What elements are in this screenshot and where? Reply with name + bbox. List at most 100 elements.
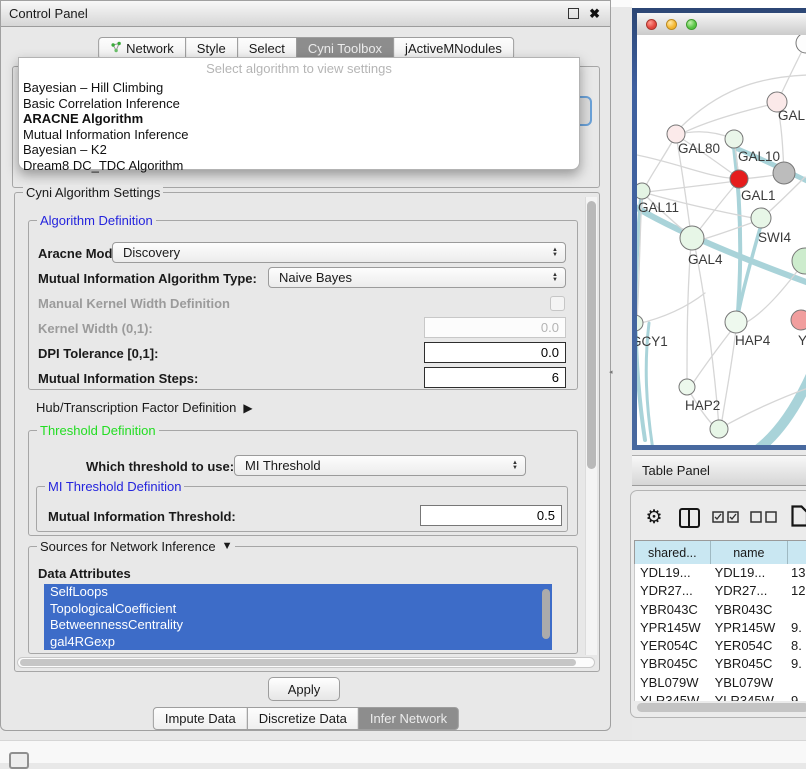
network-node-hap2[interactable] [679,379,695,395]
table-cell: YLR345W [710,692,786,701]
collapse-down-icon[interactable]: ▼ [222,539,233,554]
panel-title: Control Panel [1,6,88,21]
close-icon[interactable]: ✖ [589,9,600,18]
column-header-shared-[interactable]: shared... [635,541,711,565]
network-node[interactable] [773,162,795,184]
mi-threshold-input[interactable] [420,505,562,526]
dpi-tolerance-input[interactable] [424,342,566,363]
data-attributes-list[interactable]: SelfLoopsTopologicalCoefficientBetweenne… [44,584,552,650]
minimize-window-icon[interactable] [666,19,677,30]
attributes-list-scrollbar[interactable] [542,589,550,639]
hub-definition-expander[interactable]: Hub/Transcription Factor Definition ▶ [36,400,253,415]
settings-vertical-scrollbar[interactable] [585,197,597,655]
split-columns-icon[interactable] [679,508,700,528]
table-horizontal-scrollbar[interactable] [634,701,806,713]
manual-kernel-checkbox[interactable] [550,296,565,311]
network-node-hap4[interactable] [725,311,747,333]
menu-item-mutual-information-inference[interactable]: Mutual Information Inference [19,127,579,143]
network-node[interactable] [796,35,806,53]
network-node-label: GAL1 [741,188,776,203]
apply-button[interactable]: Apply [268,677,340,701]
which-threshold-select[interactable]: MI Threshold ▲▼ [234,455,526,476]
network-node-label: HAP2 [685,398,720,413]
network-canvas[interactable]: GALGAL80GAL10GAL1GAL11SWI4GAL4GCY1HAP4YH… [637,35,806,445]
network-node-label: HAP4 [735,333,771,348]
table-cell: YBL079W [635,674,710,692]
table-cell: YDR27... [635,582,710,600]
export-table-icon[interactable] [791,505,806,527]
aracne-mode-select[interactable]: Discovery ▲▼ [112,242,566,263]
stepper-arrows-icon: ▲▼ [552,248,565,258]
table-row[interactable]: YLR345WYLR345W9. [635,692,806,701]
menu-item-bayesian-hill-climbing[interactable]: Bayesian – Hill Climbing [19,80,579,96]
restore-panel-icon[interactable] [9,752,29,769]
network-node-gal10[interactable] [725,130,743,148]
attribute-item-betweennesscentrality[interactable]: BetweennessCentrality [44,617,552,634]
network-node-gal4[interactable] [680,226,704,250]
table-row[interactable]: YER054CYER054C8. [635,637,806,655]
splitter-handle[interactable]: ◂ [609,368,613,376]
network-node-gal11[interactable] [637,183,650,199]
network-edge [696,183,737,234]
dpi-tolerance-label: DPI Tolerance [0,1]: [38,346,158,361]
table-cell: YBR045C [710,655,786,673]
column-header-name[interactable]: name [711,541,789,565]
gear-icon[interactable]: ⚙ [643,506,665,528]
control-panel-titlebar[interactable]: Control Panel ✖ [1,1,610,27]
table-rows: YDL19...YDL19...13YDR27...YDR27...12YBR0… [634,564,806,701]
kernel-width-input[interactable] [424,317,566,338]
table-cell: 9. [786,655,806,673]
network-node-gcy1[interactable] [637,315,643,331]
bottom-tabs: Impute DataDiscretize DataInfer Network [153,707,459,730]
float-window-icon[interactable] [568,8,579,19]
column-header-2[interactable] [788,541,806,565]
table-cell: 9. [786,619,806,637]
network-node-label: Y [798,333,806,348]
bottom-tab-discretize-data[interactable]: Discretize Data [247,707,359,730]
expand-right-icon[interactable]: ▶ [243,401,252,415]
mi-type-select[interactable]: Naive Bayes ▲▼ [268,267,566,288]
network-node[interactable] [710,420,728,438]
menu-item-basic-correlation-inference[interactable]: Basic Correlation Inference [19,96,579,112]
table-cell: YBR043C [635,601,710,619]
table-row[interactable]: YBL079WYBL079W [635,674,806,692]
threshold-definition-title: Threshold Definition [37,423,159,438]
mi-type-label: Mutual Information Algorithm Type: [38,271,257,286]
menu-item-aracne-algorithm[interactable]: ARACNE Algorithm [19,111,579,127]
table-panel-titlebar[interactable]: Table Panel [632,455,806,486]
deselect-all-icon[interactable] [750,511,777,523]
bottom-tab-infer-network[interactable]: Infer Network [358,707,459,730]
menu-item-bayesian-k2[interactable]: Bayesian – K2 [19,142,579,158]
bottom-tab-impute-data[interactable]: Impute Data [153,707,248,730]
network-node-label: GAL11 [638,200,679,215]
table-cell: YPR145W [710,619,786,637]
table-cell: YDL19... [710,564,786,582]
table-row[interactable]: YPR145WYPR145W9. [635,619,806,637]
which-threshold-label: Which threshold to use: [86,459,234,474]
network-node-gal1[interactable] [730,170,748,188]
table-row[interactable]: YDL19...YDL19...13 [635,564,806,582]
settings-horizontal-scrollbar[interactable] [17,657,595,668]
network-node-y[interactable] [791,310,806,330]
attribute-item-topologicalcoefficient[interactable]: TopologicalCoefficient [44,601,552,618]
table-cell: YER054C [710,637,786,655]
select-all-icon[interactable] [712,511,739,523]
table-row[interactable]: YDR27...YDR27...12 [635,582,806,600]
algorithm-definition-title: Algorithm Definition [37,213,156,228]
data-attributes-label: Data Attributes [38,566,131,581]
table-cell: 9. [786,692,806,701]
mi-steps-input[interactable] [424,367,566,388]
close-window-icon[interactable] [646,19,657,30]
zoom-window-icon[interactable] [686,19,697,30]
table-row[interactable]: YBR045CYBR045C9. [635,655,806,673]
stepper-arrows-icon: ▲▼ [552,273,565,283]
network-node-swi4[interactable] [751,208,771,228]
table-cell: 8. [786,637,806,655]
table-cell: YBL079W [710,674,786,692]
menu-item-dream8-dc-tdc-algorithm[interactable]: Dream8 DC_TDC Algorithm [19,158,579,174]
attribute-item-selfloops[interactable]: SelfLoops [44,584,552,601]
network-node[interactable] [792,248,806,274]
table-row[interactable]: YBR043CYBR043C [635,601,806,619]
network-window-titlebar[interactable] [637,13,806,35]
attribute-item-gal4rgexp[interactable]: gal4RGexp [44,634,552,651]
